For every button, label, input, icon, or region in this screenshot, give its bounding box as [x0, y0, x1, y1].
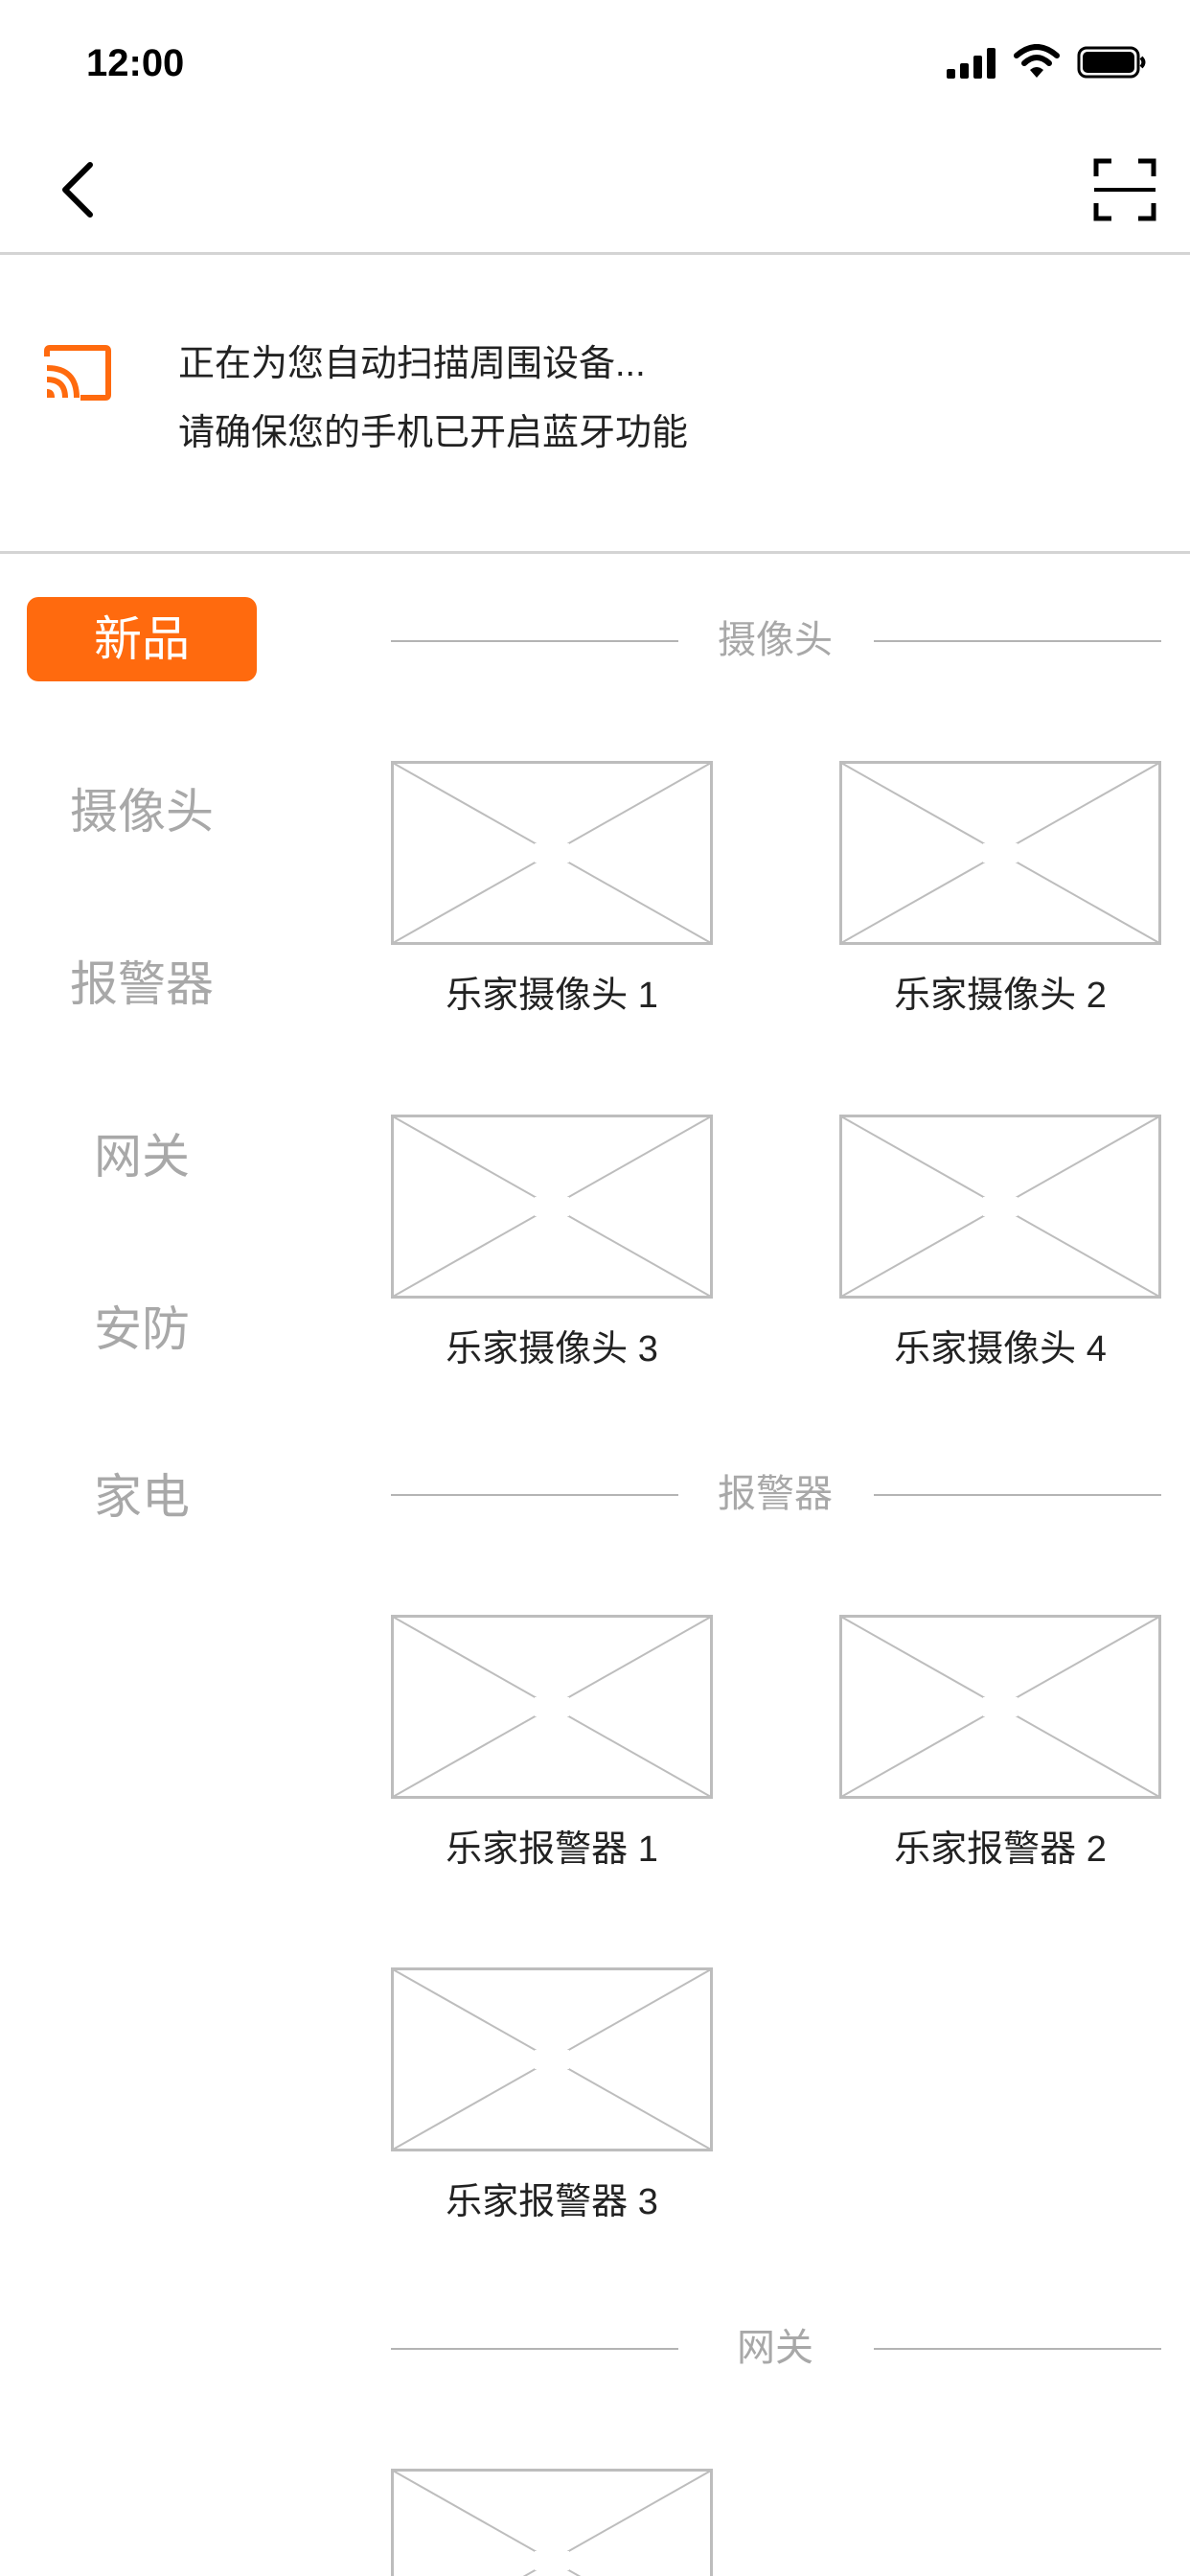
section-title-camera: 摄像头 [718, 619, 833, 661]
bluetooth-hint-text: 请确保您的手机已开启蓝牙功能 [178, 413, 689, 453]
scan-button[interactable] [1092, 157, 1157, 222]
image-placeholder-icon [839, 1115, 1161, 1299]
nav-divider [0, 252, 1190, 255]
section-divider-line [874, 2348, 1161, 2350]
category-item-camera[interactable]: 摄像头 [27, 770, 257, 854]
chevron-left-icon [62, 162, 93, 218]
section-divider-line [391, 2348, 678, 2350]
category-item-security[interactable]: 安防 [27, 1287, 257, 1371]
cast-icon [44, 345, 111, 401]
scan-frame-icon [1093, 158, 1156, 221]
product-item[interactable]: 乐家摄像头 4 [839, 1115, 1161, 1373]
section-title-gateway: 网关 [737, 2327, 813, 2369]
product-item[interactable]: 乐家摄像头 1 [391, 761, 713, 1020]
back-button[interactable] [48, 151, 105, 228]
product-item[interactable]: 乐家摄像头 2 [839, 761, 1161, 1020]
section-divider-line [391, 640, 678, 642]
image-placeholder-icon [391, 1967, 713, 2151]
product-name: 乐家报警器 2 [894, 1829, 1107, 1870]
notice-divider [0, 551, 1190, 554]
product-name: 乐家摄像头 2 [894, 976, 1107, 1016]
product-item[interactable]: 乐家报警器 3 [391, 1967, 713, 2226]
category-item-gateway[interactable]: 网关 [27, 1115, 257, 1199]
product-name: 乐家摄像头 3 [446, 1329, 658, 1369]
product-item[interactable] [391, 2469, 713, 2576]
battery-icon [1077, 46, 1146, 79]
section-divider-line [391, 1494, 678, 1496]
section-divider-line [874, 640, 1161, 642]
image-placeholder-icon [839, 761, 1161, 945]
product-item[interactable]: 乐家报警器 1 [391, 1615, 713, 1874]
status-time: 12:00 [86, 42, 185, 84]
scan-status-text: 正在为您自动扫描周围设备... [178, 344, 646, 384]
signal-icon [947, 48, 995, 79]
product-name: 乐家摄像头 1 [446, 976, 658, 1016]
category-item-new[interactable]: 新品 [27, 597, 257, 681]
product-name: 乐家报警器 3 [446, 2182, 658, 2222]
product-name: 乐家摄像头 4 [894, 1329, 1107, 1369]
section-divider-line [874, 1494, 1161, 1496]
product-item[interactable]: 乐家摄像头 3 [391, 1115, 713, 1373]
category-item-alarm[interactable]: 报警器 [27, 942, 257, 1026]
image-placeholder-icon [391, 2469, 713, 2576]
image-placeholder-icon [391, 1615, 713, 1799]
category-item-appliance[interactable]: 家电 [27, 1455, 257, 1539]
section-title-alarm: 报警器 [718, 1473, 833, 1515]
product-item[interactable]: 乐家报警器 2 [839, 1615, 1161, 1874]
wifi-icon [1014, 44, 1060, 78]
image-placeholder-icon [391, 1115, 713, 1299]
image-placeholder-icon [391, 761, 713, 945]
image-placeholder-icon [839, 1615, 1161, 1799]
product-name: 乐家报警器 1 [446, 1829, 658, 1870]
